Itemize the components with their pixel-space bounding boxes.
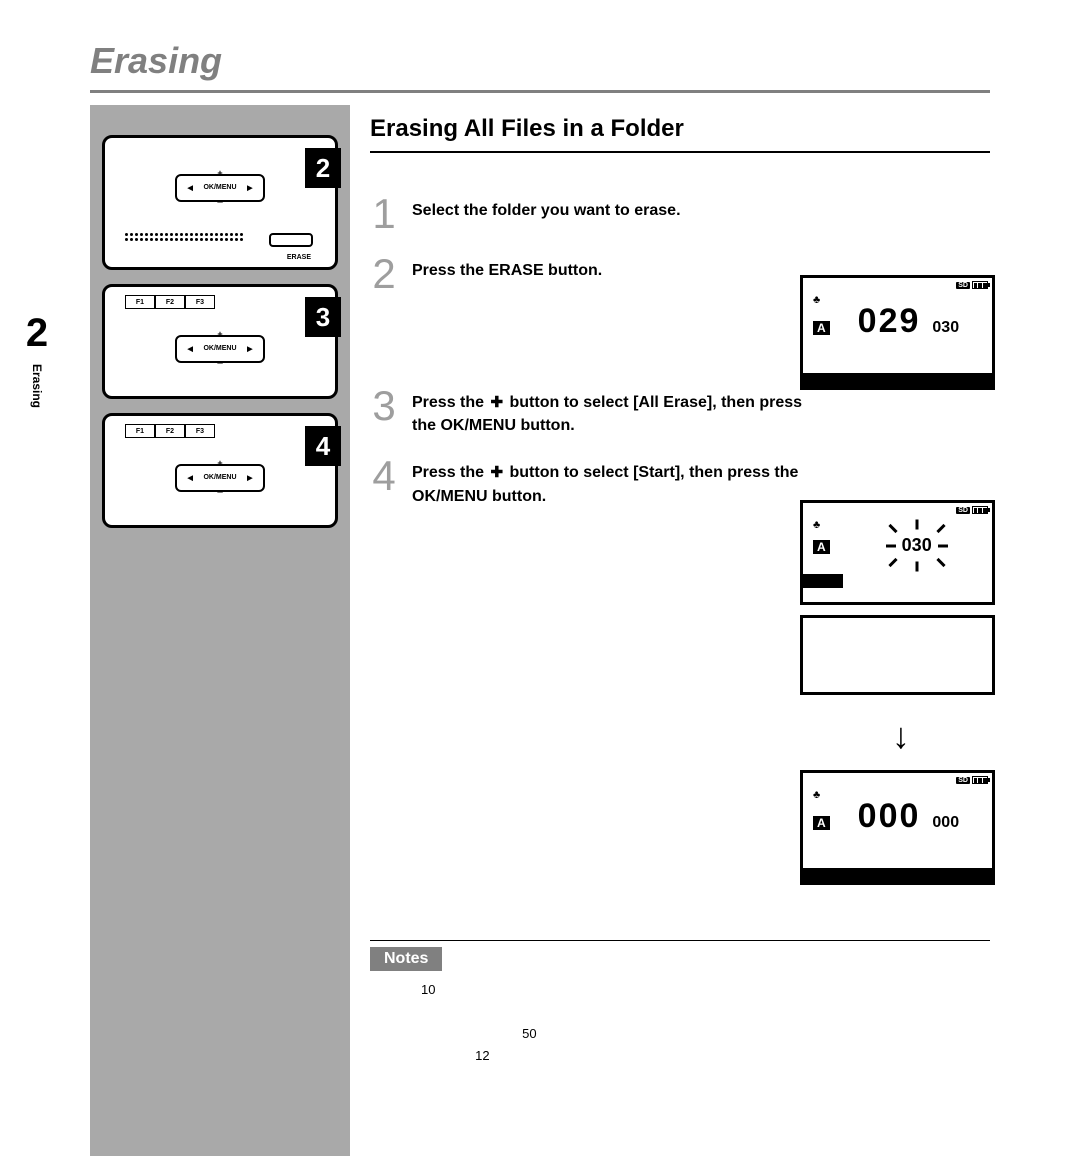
- lcd-bottom-bar: [803, 868, 992, 882]
- lcd-select-bar: [803, 574, 843, 588]
- file-number-big: 000: [858, 797, 921, 836]
- file-number-small: 030: [932, 319, 959, 337]
- step-number: 1: [370, 193, 398, 235]
- sd-icon: SD: [956, 777, 970, 784]
- step-3: 3 Press the ✚ button to select [All Eras…: [370, 385, 990, 437]
- chapter-number: 2: [10, 305, 64, 356]
- device-illustration-column: 2 + ◀ OK/MENU ▶ – ERASE 3 F1 F2 F3 + ◀: [90, 105, 350, 1156]
- step-number: 2: [370, 253, 398, 295]
- ok-menu-button-graphic: + ◀ OK/MENU ▶ –: [175, 335, 265, 363]
- lcd-screen-2-sub: [800, 615, 995, 695]
- battery-icon: [972, 776, 988, 784]
- mic-icon: ♣: [813, 789, 820, 801]
- folder-badge: A: [813, 816, 830, 830]
- section-title: Erasing All Files in a Folder: [370, 115, 990, 153]
- folder-badge: A: [813, 321, 830, 335]
- function-keys: F1 F2 F3: [125, 295, 215, 309]
- lcd-bottom-bar: [803, 373, 992, 387]
- erase-button-graphic: [269, 233, 313, 247]
- function-keys: F1 F2 F3: [125, 424, 215, 438]
- plus-icon: ✚: [488, 462, 505, 484]
- step-number: 4: [370, 455, 398, 497]
- step-text: Press the ERASE button.: [412, 253, 602, 282]
- step-1: 1 Select the folder you want to erase.: [370, 193, 990, 235]
- step-text: Press the ✚ button to select [All Erase]…: [412, 385, 812, 437]
- mic-icon: ♣: [813, 294, 820, 306]
- lcd-screen-2: SD ♣ A 030: [800, 500, 995, 605]
- main-content: Erasing All Files in a Folder 1 Select t…: [370, 115, 990, 526]
- battery-icon: [972, 506, 988, 514]
- device-step-2: 2 + ◀ OK/MENU ▶ – ERASE: [102, 135, 338, 270]
- notes-heading: Notes: [370, 947, 442, 971]
- file-number-small: 000: [932, 814, 959, 832]
- step-badge: 4: [305, 426, 341, 466]
- ok-menu-button-graphic: + ◀ OK/MENU ▶ –: [175, 464, 265, 492]
- lcd-screen-1: SD ♣ A 029 030: [800, 275, 995, 390]
- sd-icon: SD: [956, 282, 970, 289]
- page-title: Erasing: [90, 40, 222, 82]
- ok-menu-button-graphic: + ◀ OK/MENU ▶ –: [175, 174, 265, 202]
- chapter-tab: 2 Erasing: [10, 305, 64, 435]
- step-badge: 2: [305, 148, 341, 188]
- battery-icon: [972, 281, 988, 289]
- plus-icon: ✚: [488, 392, 505, 414]
- title-rule: [90, 90, 990, 93]
- step-text: Select the folder you want to erase.: [412, 193, 681, 222]
- folder-badge: A: [813, 540, 830, 554]
- speaker-dots: [125, 233, 245, 249]
- erase-label: ERASE: [287, 254, 311, 261]
- device-step-4: 4 F1 F2 F3 + ◀ OK/MENU ▶ –: [102, 413, 338, 528]
- notes-section: Notes 10 50 12: [370, 940, 990, 1075]
- lcd-screen-3: SD ♣ A 000 000: [800, 770, 995, 885]
- arrow-down-icon: ↓: [892, 715, 910, 757]
- file-number-big: 029: [858, 302, 921, 341]
- mic-icon: ♣: [813, 519, 820, 531]
- flashing-number: 030: [902, 535, 932, 556]
- notes-body: 10 50 12: [370, 971, 990, 1075]
- sd-icon: SD: [956, 507, 970, 514]
- step-badge: 3: [305, 297, 341, 337]
- device-step-3: 3 F1 F2 F3 + ◀ OK/MENU ▶ –: [102, 284, 338, 399]
- chapter-label: Erasing: [30, 364, 44, 408]
- step-text: Press the ✚ button to select [Start], th…: [412, 455, 812, 507]
- step-number: 3: [370, 385, 398, 427]
